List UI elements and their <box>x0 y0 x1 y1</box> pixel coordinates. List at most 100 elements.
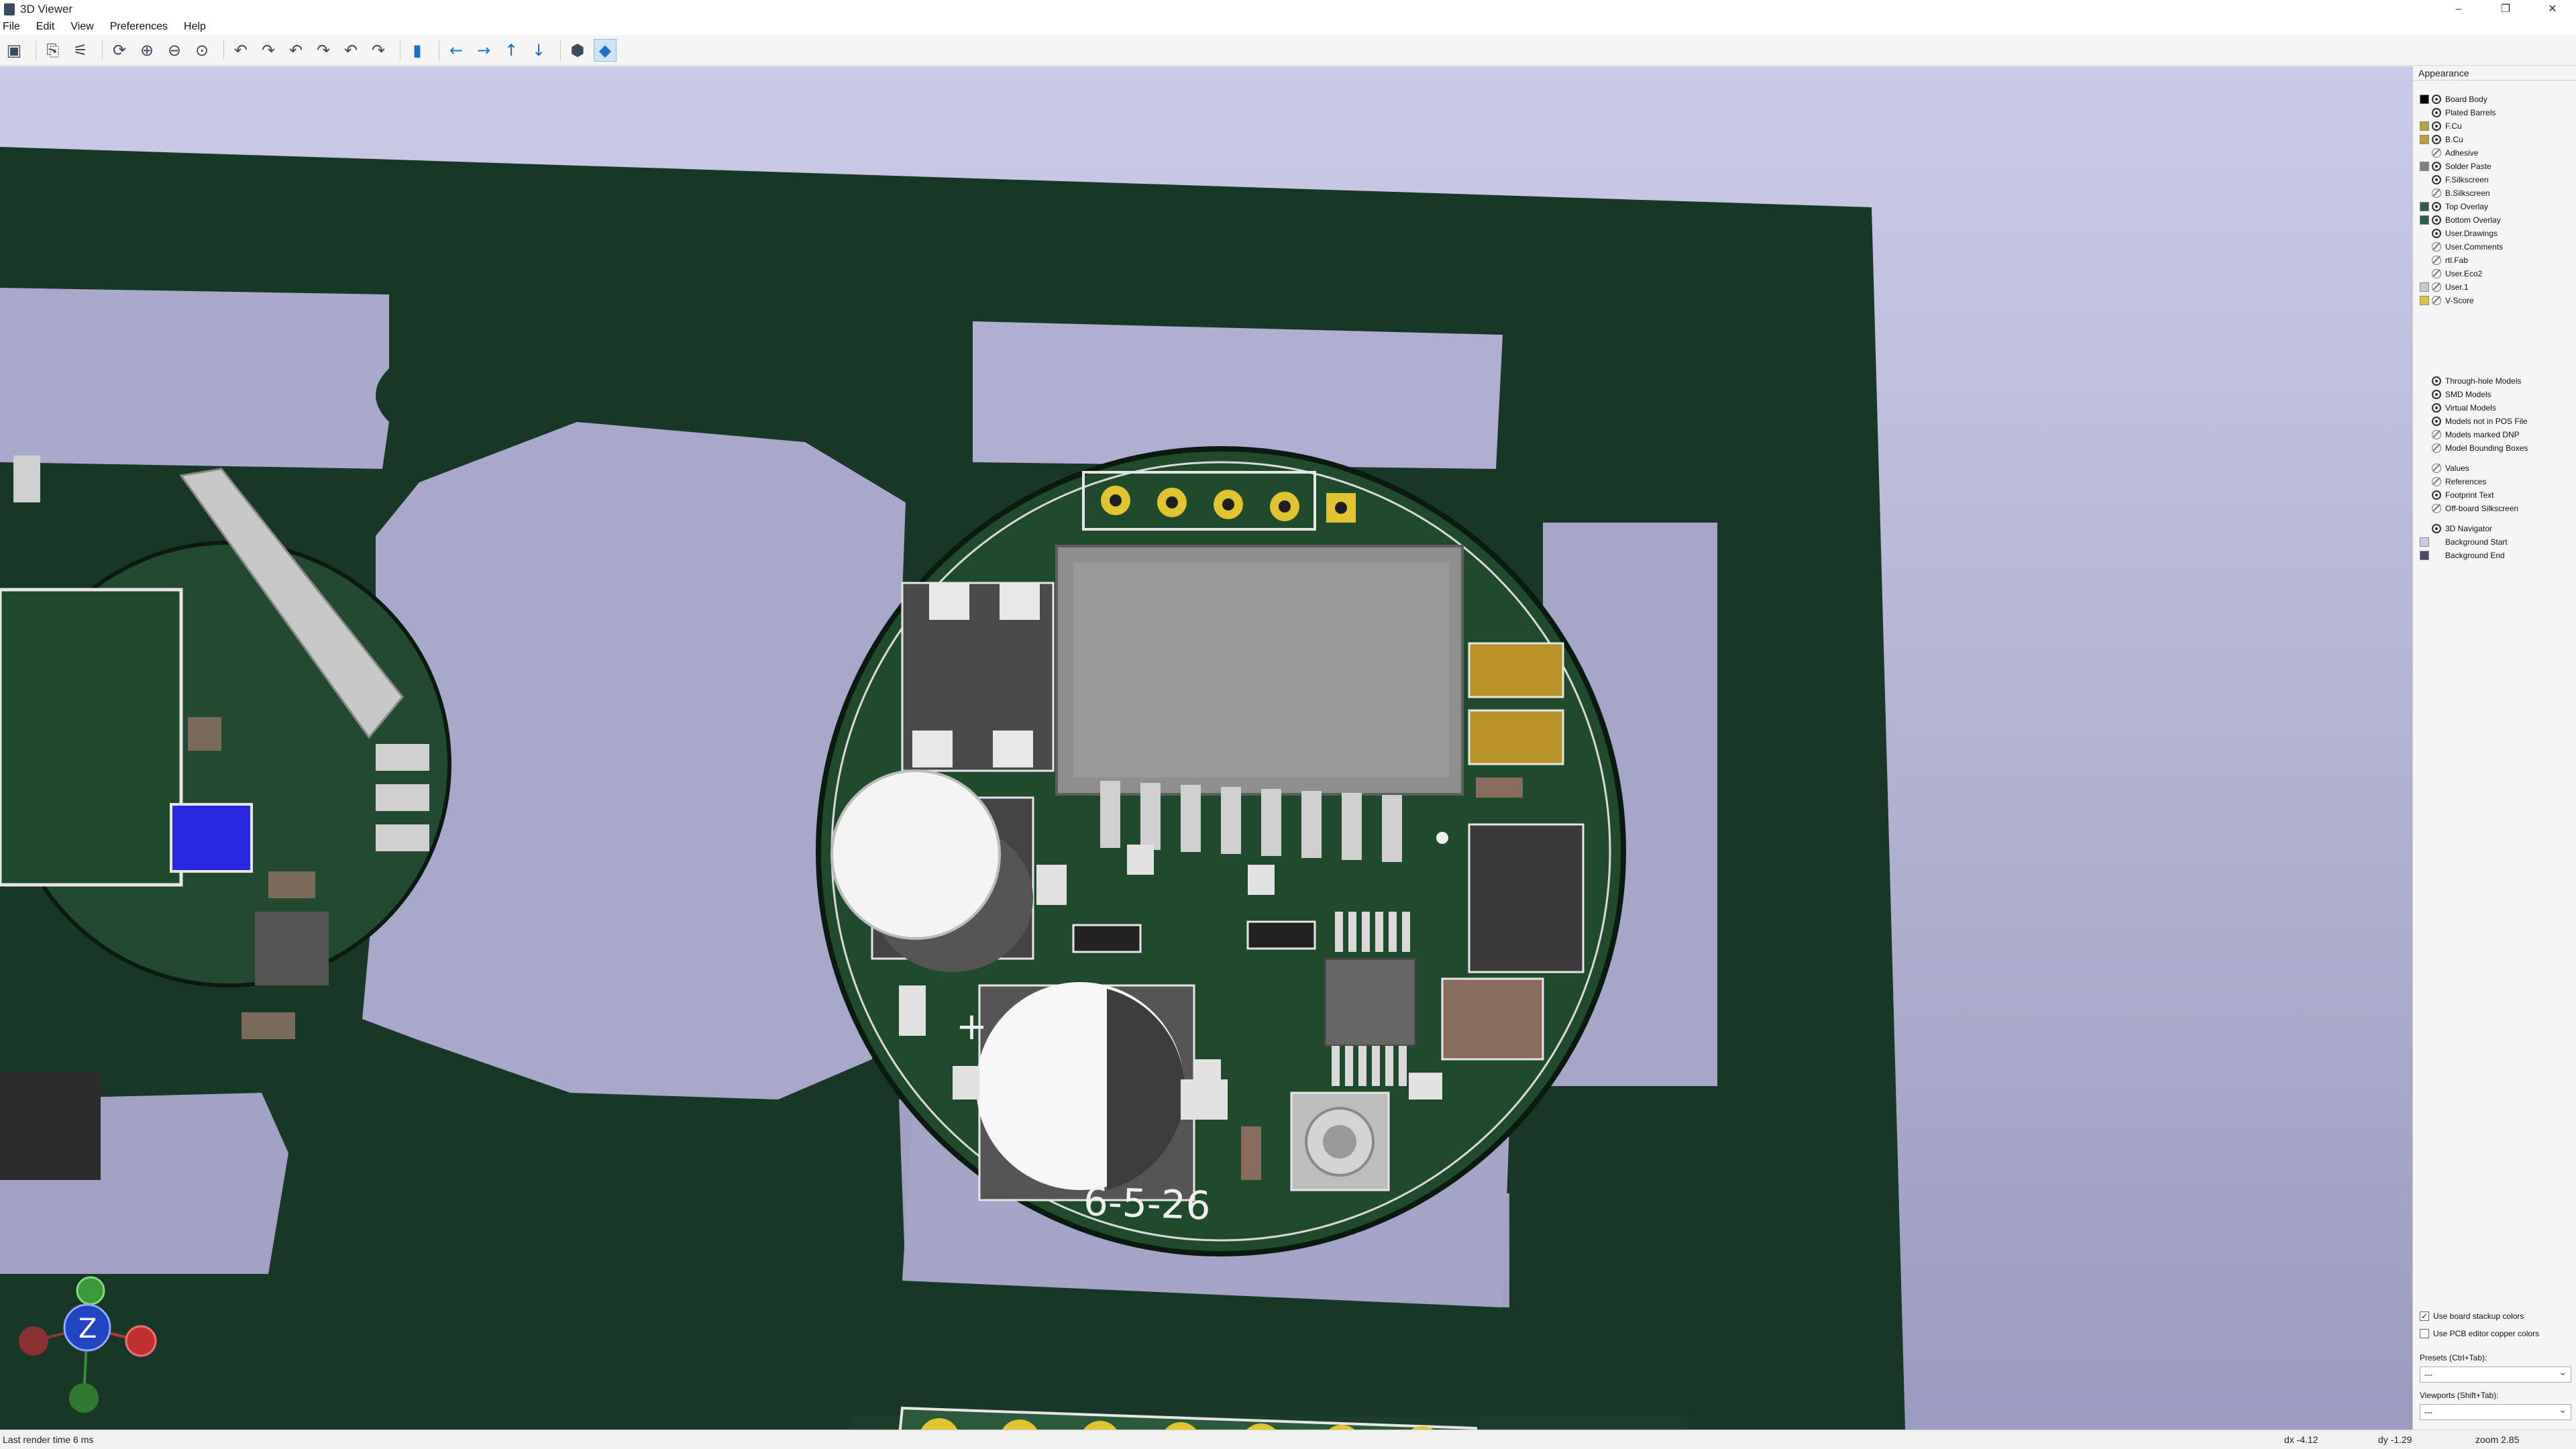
visibility-on-icon[interactable] <box>2432 229 2441 238</box>
visibility-on-icon[interactable] <box>2432 524 2441 533</box>
zoom-fit-icon[interactable]: ⊙ <box>191 39 213 62</box>
move-down-icon[interactable]: ↓ <box>527 39 550 62</box>
appearance-row-models[interactable]: Through-hole Models <box>2420 375 2521 387</box>
appearance-row-texts[interactable]: Values <box>2420 462 2469 474</box>
visibility-on-icon[interactable] <box>2432 215 2441 225</box>
checkbox-icon[interactable] <box>2420 1329 2429 1338</box>
flip-z-reverse-icon[interactable]: ↷ <box>367 39 390 62</box>
appearance-row-models[interactable]: SMD Models <box>2420 388 2491 400</box>
use-pcb-editor-copper-colors[interactable]: Use PCB editor copper colors <box>2420 1328 2539 1340</box>
close-button[interactable]: ✕ <box>2529 0 2576 19</box>
color-swatch[interactable] <box>2420 430 2429 439</box>
color-swatch[interactable] <box>2420 524 2429 533</box>
color-swatch[interactable] <box>2420 403 2429 413</box>
color-swatch[interactable] <box>2420 242 2429 252</box>
appearance-row-layers[interactable]: Adhesive <box>2420 147 2478 159</box>
appearance-row-layers[interactable]: User.Comments <box>2420 241 2503 253</box>
appearance-row-layers[interactable]: Top Overlay <box>2420 201 2488 213</box>
move-up-icon[interactable]: ↑ <box>500 39 523 62</box>
visibility-on-icon[interactable] <box>2432 108 2441 117</box>
visibility-on-icon[interactable] <box>2432 417 2441 426</box>
visibility-off-icon[interactable] <box>2432 269 2441 278</box>
appearance-row-layers[interactable]: B.Cu <box>2420 133 2463 146</box>
color-swatch[interactable] <box>2420 189 2429 198</box>
appearance-row-models[interactable]: Models not in POS File <box>2420 415 2528 427</box>
maximize-button[interactable]: ❐ <box>2482 0 2529 19</box>
perspective-view-icon[interactable]: ◆ <box>594 38 616 62</box>
menu-file[interactable]: File <box>3 21 20 33</box>
appearance-row-misc[interactable]: Background Start <box>2420 536 2508 548</box>
color-swatch[interactable] <box>2420 175 2429 184</box>
appearance-row-layers[interactable]: Bottom Overlay <box>2420 214 2501 226</box>
copy-clipboard-icon[interactable]: ⎘ <box>42 39 64 62</box>
color-swatch[interactable] <box>2420 477 2429 486</box>
visibility-on-icon[interactable] <box>2432 121 2441 131</box>
view-side-icon[interactable]: ▮ <box>406 39 429 62</box>
appearance-row-models[interactable]: Virtual Models <box>2420 402 2496 414</box>
color-swatch[interactable] <box>2420 256 2429 265</box>
color-swatch[interactable] <box>2420 148 2429 158</box>
ortho-view-icon[interactable]: ⬢ <box>566 39 589 62</box>
appearance-row-layers[interactable]: Plated Barrels <box>2420 107 2496 119</box>
visibility-off-icon[interactable] <box>2432 148 2441 158</box>
color-swatch[interactable] <box>2420 121 2429 131</box>
appearance-row-models[interactable]: Models marked DNP <box>2420 429 2520 441</box>
appearance-row-layers[interactable]: User.Drawings <box>2420 227 2498 239</box>
appearance-row-texts[interactable]: References <box>2420 476 2486 488</box>
appearance-row-misc[interactable]: Background End <box>2420 549 2505 561</box>
flip-y-icon[interactable]: ↶ <box>284 39 307 62</box>
flip-y-reverse-icon[interactable]: ↷ <box>312 39 335 62</box>
visibility-off-icon[interactable] <box>2432 256 2441 265</box>
appearance-row-layers[interactable]: F.Cu <box>2420 120 2462 132</box>
color-swatch[interactable] <box>2420 108 2429 117</box>
viewports-select[interactable]: --- <box>2420 1402 2571 1420</box>
zoom-out-icon[interactable]: ⊖ <box>163 39 186 62</box>
visibility-on-icon[interactable] <box>2432 202 2441 211</box>
appearance-row-layers[interactable]: F.Silkscreen <box>2420 174 2489 186</box>
color-swatch[interactable] <box>2420 537 2429 547</box>
render-settings-icon[interactable]: ⚟ <box>69 39 92 62</box>
visibility-on-icon[interactable] <box>2432 162 2441 171</box>
color-swatch[interactable] <box>2420 390 2429 399</box>
flip-x-icon[interactable]: ↶ <box>229 39 252 62</box>
minimize-button[interactable]: – <box>2435 0 2482 19</box>
appearance-row-layers[interactable]: rtl.Fab <box>2420 254 2468 266</box>
appearance-row-texts[interactable]: Off-board Silkscreen <box>2420 502 2518 515</box>
color-swatch[interactable] <box>2420 95 2429 104</box>
color-swatch[interactable] <box>2420 464 2429 473</box>
color-swatch[interactable] <box>2420 215 2429 225</box>
visibility-off-icon[interactable] <box>2432 282 2441 292</box>
color-swatch[interactable] <box>2420 269 2429 278</box>
color-swatch[interactable] <box>2420 282 2429 292</box>
zoom-in-icon[interactable]: ⊕ <box>136 39 158 62</box>
visibility-on-icon[interactable] <box>2432 390 2441 399</box>
color-swatch[interactable] <box>2420 296 2429 305</box>
menu-help[interactable]: Help <box>184 21 206 33</box>
visibility-off-icon[interactable] <box>2432 477 2441 486</box>
appearance-row-layers[interactable]: B.Silkscreen <box>2420 187 2490 199</box>
visibility-off-icon[interactable] <box>2432 296 2441 305</box>
3d-viewport[interactable]: + 6-5-26 Z <box>0 66 2412 1430</box>
appearance-row-texts[interactable]: Footprint Text <box>2420 489 2493 501</box>
visibility-on-icon[interactable] <box>2432 376 2441 386</box>
checkbox-icon[interactable]: ✓ <box>2420 1311 2429 1321</box>
appearance-row-layers[interactable]: V-Score <box>2420 294 2474 307</box>
menu-view[interactable]: View <box>70 21 93 33</box>
color-swatch[interactable] <box>2420 162 2429 171</box>
visibility-on-icon[interactable] <box>2432 135 2441 144</box>
visibility-off-icon[interactable] <box>2432 464 2441 473</box>
color-swatch[interactable] <box>2420 551 2429 560</box>
menu-edit[interactable]: Edit <box>36 21 55 33</box>
move-left-icon[interactable]: ← <box>445 39 468 62</box>
appearance-row-layers[interactable]: User.Eco2 <box>2420 268 2482 280</box>
color-swatch[interactable] <box>2420 202 2429 211</box>
appearance-row-layers[interactable]: Board Body <box>2420 93 2487 105</box>
appearance-row-layers[interactable]: Solder Paste <box>2420 160 2491 172</box>
color-swatch[interactable] <box>2420 443 2429 453</box>
color-swatch[interactable] <box>2420 135 2429 144</box>
color-swatch[interactable] <box>2420 376 2429 386</box>
presets-select[interactable]: --- <box>2420 1364 2571 1383</box>
use-board-stackup-colors[interactable]: ✓ Use board stackup colors <box>2420 1310 2524 1322</box>
flip-x-reverse-icon[interactable]: ↷ <box>257 39 280 62</box>
appearance-row-models[interactable]: Model Bounding Boxes <box>2420 442 2528 454</box>
